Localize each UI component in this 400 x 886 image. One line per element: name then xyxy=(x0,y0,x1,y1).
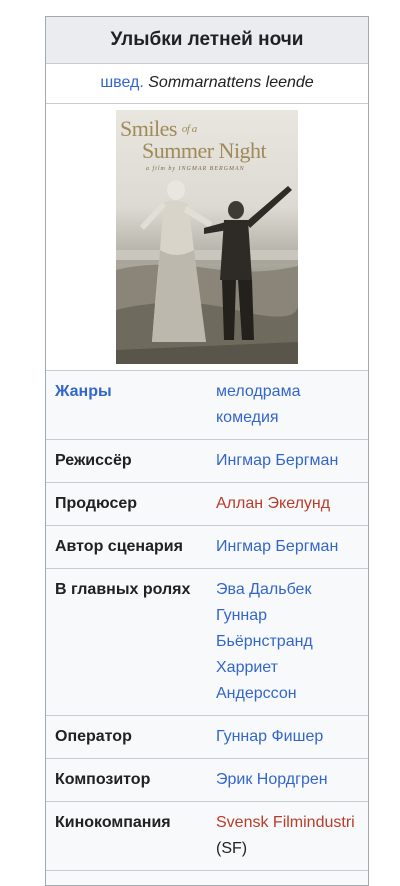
studio-value: Svensk Filmindustri (SF) xyxy=(207,802,368,870)
starring-label: В главных ролях xyxy=(55,581,191,598)
poster-title: Smiles of a Summer Night xyxy=(120,118,267,163)
poster-title-line2: Summer Night xyxy=(142,138,267,163)
director-label: Режиссёр xyxy=(55,452,132,469)
genres-value: мелодрама комедия xyxy=(207,371,368,439)
producer-value: Аллан Экелунд xyxy=(207,483,368,525)
poster-subtitle: a film by INGMAR BERGMAN xyxy=(146,166,245,172)
director-link[interactable]: Ингмар Бергман xyxy=(216,448,362,474)
studio-link[interactable]: Svensk Filmindustri xyxy=(216,814,355,831)
genre-link[interactable]: комедия xyxy=(216,405,362,431)
actor-link[interactable]: Гуннар Бьёрнстранд xyxy=(216,603,362,655)
original-title: Sommarnattens leende xyxy=(148,74,314,91)
row-studio: Кинокомпания Svensk Filmindustri (SF) xyxy=(46,802,368,871)
composer-link[interactable]: Эрик Нордгрен xyxy=(216,767,362,793)
infobox-title: Улыбки летней ночи xyxy=(46,17,368,64)
director-value: Ингмар Бергман xyxy=(207,440,368,482)
row-next-partial xyxy=(46,871,368,885)
studio-abbrev: (SF) xyxy=(216,840,248,857)
cinematographer-value: Гуннар Фишер xyxy=(207,716,368,758)
studio-label: Кинокомпания xyxy=(55,814,171,831)
cinematographer-link[interactable]: Гуннар Фишер xyxy=(216,724,362,750)
writer-link[interactable]: Ингмар Бергман xyxy=(216,534,362,560)
row-composer: Композитор Эрик Нордгрен xyxy=(46,759,368,802)
composer-label: Композитор xyxy=(55,771,151,788)
writer-value: Ингмар Бергман xyxy=(207,526,368,568)
genres-label[interactable]: Жанры xyxy=(46,371,207,439)
film-infobox: Улыбки летней ночи швед. Sommarnattens l… xyxy=(45,16,369,886)
row-genres: Жанры мелодрама комедия xyxy=(46,371,368,440)
row-cinematographer: Оператор Гуннар Фишер xyxy=(46,716,368,759)
genre-link[interactable]: мелодрама xyxy=(216,379,362,405)
actor-link[interactable]: Эва Дальбек xyxy=(216,577,362,603)
starring-value: Эва Дальбек Гуннар Бьёрнстранд Харриет А… xyxy=(207,569,368,715)
writer-label: Автор сценария xyxy=(55,538,183,555)
row-director: Режиссёр Ингмар Бергман xyxy=(46,440,368,483)
language-link[interactable]: швед. xyxy=(100,74,143,91)
producer-link[interactable]: Аллан Экелунд xyxy=(216,491,362,517)
poster-title-of: of a xyxy=(181,123,197,135)
row-writer: Автор сценария Ингмар Бергман xyxy=(46,526,368,569)
poster-row: Smiles of a Summer Night a film by INGMA… xyxy=(46,104,368,371)
original-title-row: швед. Sommarnattens leende xyxy=(46,64,368,104)
composer-value: Эрик Нордгрен xyxy=(207,759,368,801)
row-producer: Продюсер Аллан Экелунд xyxy=(46,483,368,526)
film-poster-image[interactable]: Smiles of a Summer Night a film by INGMA… xyxy=(116,110,298,364)
row-starring: В главных ролях Эва Дальбек Гуннар Бьёрн… xyxy=(46,569,368,716)
actor-link[interactable]: Харриет Андерссон xyxy=(216,655,362,707)
cinematographer-label: Оператор xyxy=(55,728,132,745)
producer-label: Продюсер xyxy=(55,495,138,512)
